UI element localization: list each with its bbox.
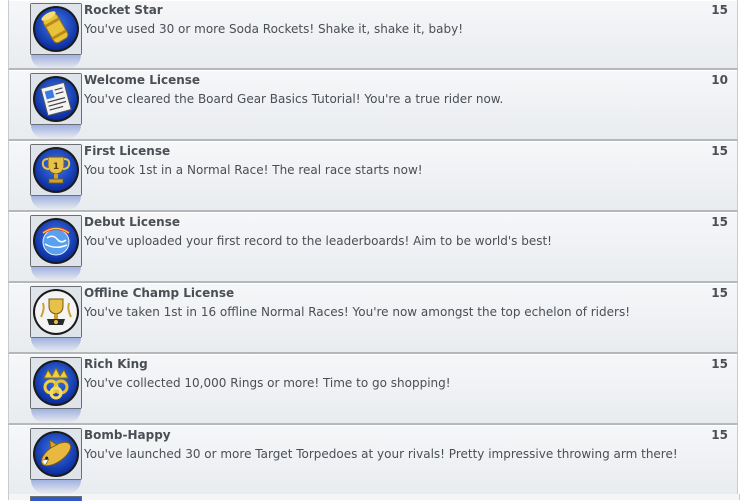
achievement-item[interactable]: Debut License You've uploaded your first… <box>8 212 738 283</box>
achievement-points: 15 <box>711 428 728 442</box>
achievement-points: 15 <box>711 215 728 229</box>
achievement-item[interactable]: Welcome License You've cleared the Board… <box>8 70 738 141</box>
achievement-title: Welcome License <box>84 73 201 87</box>
achievement-item[interactable]: 1 First License You took 1st in a Normal… <box>8 141 738 212</box>
trophy-icon: 1 <box>30 144 82 196</box>
achievement-icon-container <box>30 357 82 423</box>
achievement-description: You took 1st in a Normal Race! The real … <box>84 163 423 177</box>
globe-icon <box>30 215 82 267</box>
achievement-item-partial[interactable] <box>8 494 740 501</box>
achievement-points: 15 <box>711 286 728 300</box>
achievement-item[interactable]: Offline Champ License You've taken 1st i… <box>8 283 738 354</box>
achievement-item[interactable]: Bomb-Happy You've launched 30 or more Ta… <box>8 425 738 496</box>
achievement-description: You've used 30 or more Soda Rockets! Sha… <box>84 22 464 36</box>
crown-rings-icon <box>30 357 82 409</box>
achievement-title: Debut License <box>84 215 180 229</box>
achievement-title: Rocket Star <box>84 3 163 17</box>
achievement-description: You've collected 10,000 Rings or more! T… <box>84 376 451 390</box>
achievement-points: 15 <box>711 144 728 158</box>
achievement-description: You've uploaded your first record to the… <box>84 234 552 248</box>
achievement-points: 10 <box>711 73 728 87</box>
achievement-title: Offline Champ License <box>84 286 235 300</box>
torpedo-shark-icon <box>30 428 82 480</box>
achievement-title: First License <box>84 144 171 158</box>
achievement-title: Rich King <box>84 357 148 371</box>
achievement-icon-container: 1 <box>30 144 82 210</box>
achievement-item[interactable]: Rich King You've collected 10,000 Rings … <box>8 354 738 425</box>
achievement-icon-container <box>30 428 82 494</box>
license-document-icon <box>30 73 82 125</box>
achievement-description: You've launched 30 or more Target Torped… <box>84 447 678 461</box>
achievement-description: You've taken 1st in 16 offline Normal Ra… <box>84 305 631 319</box>
achievement-icon-container <box>30 286 82 352</box>
achievement-title: Bomb-Happy <box>84 428 171 442</box>
achievement-description: You've cleared the Board Gear Basics Tut… <box>84 92 504 106</box>
achievement-icon-partial <box>30 496 82 501</box>
achievement-item[interactable]: Rocket Star You've used 30 or more Soda … <box>8 0 738 70</box>
champion-trophy-icon <box>30 286 82 338</box>
achievement-icon-container <box>30 3 82 68</box>
svg-text:1: 1 <box>53 162 59 172</box>
achievement-list: Rocket Star You've used 30 or more Soda … <box>0 0 747 496</box>
soda-rocket-icon <box>30 3 82 55</box>
achievement-points: 15 <box>711 357 728 371</box>
achievement-points: 15 <box>711 3 728 17</box>
achievement-icon-container <box>30 73 82 139</box>
achievement-icon-container <box>30 215 82 281</box>
